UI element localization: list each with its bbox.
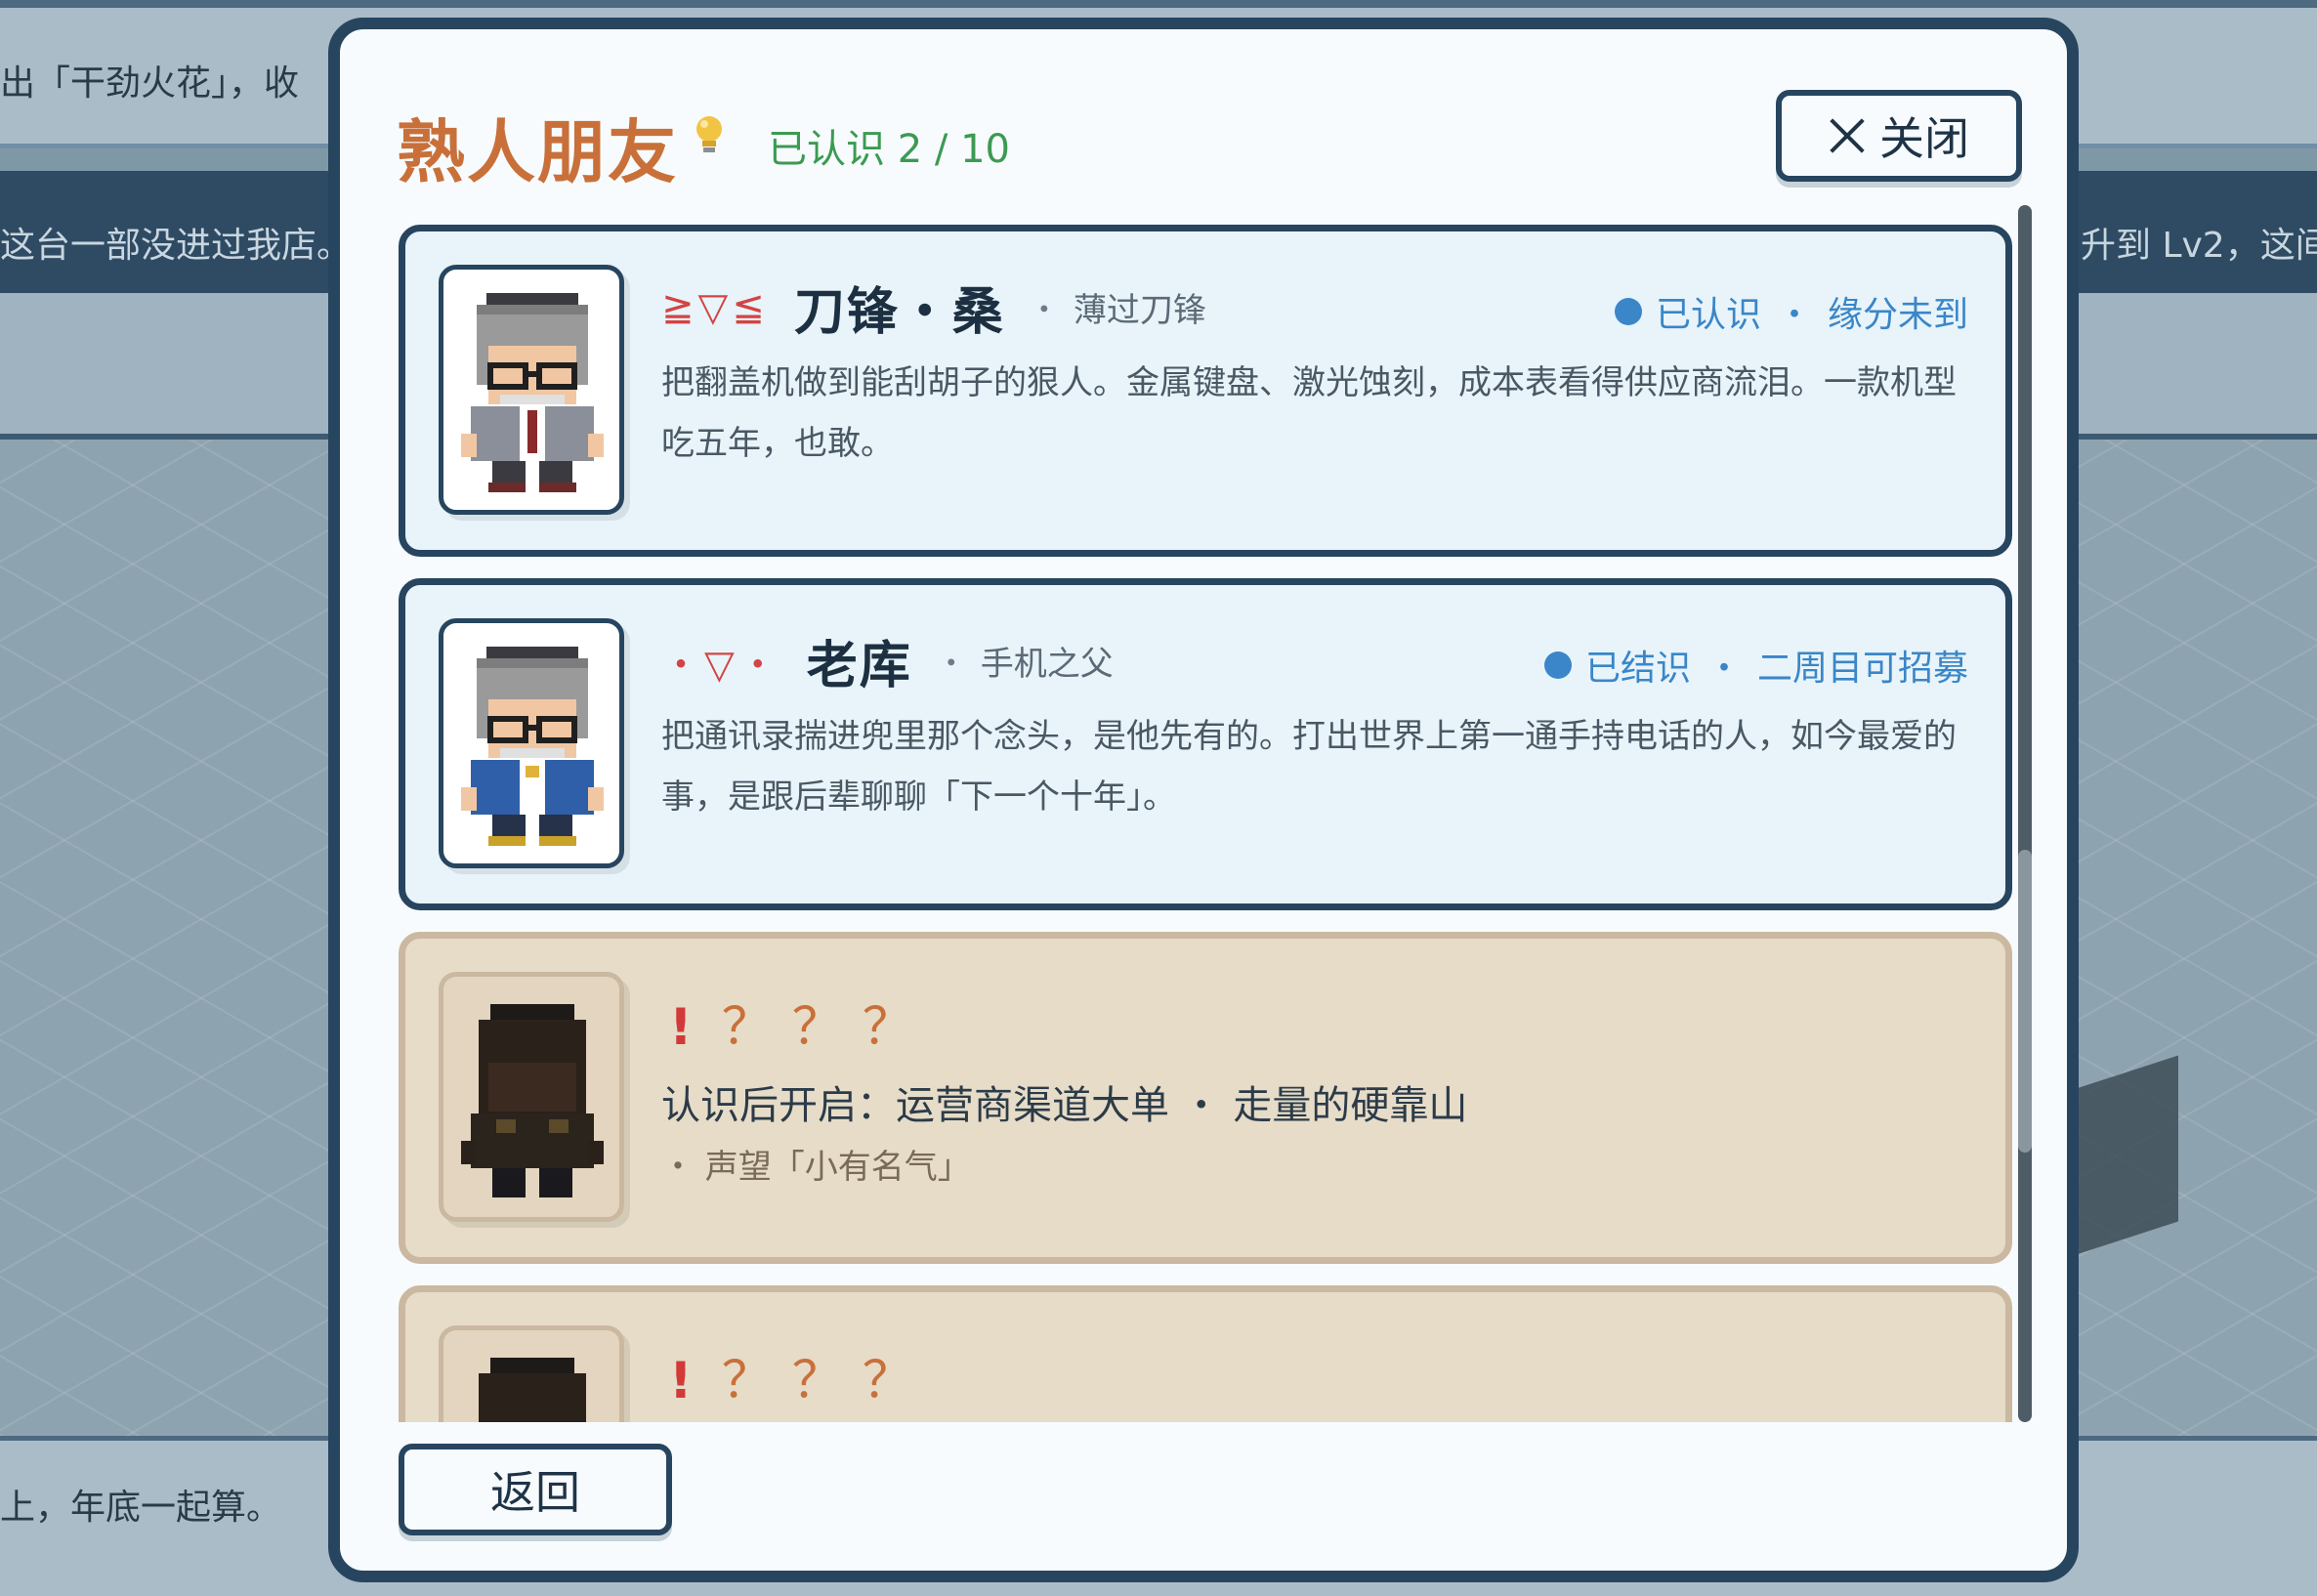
back-button[interactable]: 返回 [399, 1444, 672, 1535]
pixel-character-grey-suit [461, 293, 604, 492]
friend-status: 已结识 ・ 二周目可招募 [1543, 640, 1968, 691]
friend-tagline: 手机之父 [980, 645, 1114, 684]
friends-modal: 熟人朋友 已认识 2 / 10 关闭 ≧▽≦ 刀锋・桑 ・ 薄过刀锋 已认识 ・… [328, 18, 2079, 1582]
friend-card[interactable]: ≧▽≦ 刀锋・桑 ・ 薄过刀锋 已认识 ・ 缘分未到 把翻盖机做到能刮胡子的狠人… [399, 225, 2012, 557]
friend-status: 已认识 ・ 缘分未到 [1614, 286, 1968, 337]
friend-name: 刀锋・桑 [793, 283, 1005, 342]
silhouette-portrait [439, 1325, 624, 1422]
silhouette-portrait [439, 972, 624, 1222]
locked-header: ! ？？？ [669, 986, 933, 1059]
scrollbar-track[interactable] [2018, 205, 2032, 1422]
background-text-top: 出「干劲火花」，收 [0, 63, 300, 104]
status-primary: 已认识 [1655, 295, 1761, 335]
lightbulb-icon [696, 116, 722, 152]
pixel-character-blue-suit [461, 647, 604, 846]
known-count: 已认识 2 / 10 [768, 127, 1010, 172]
locked-header: ! ？？？ [669, 1339, 933, 1412]
separator: ・ [1028, 290, 1060, 328]
pixel-character-silhouette [479, 1358, 586, 1422]
friend-mood-face: ・▽・ [661, 642, 781, 688]
alert-icon: ! [669, 998, 693, 1057]
status-primary: 已结识 [1584, 649, 1691, 689]
status-secondary: 缘分未到 [1827, 295, 1968, 335]
separator: ・ [1706, 649, 1742, 689]
friend-portrait [439, 265, 624, 515]
unlock-requirement: ・ 声望「小有名气」 [661, 1148, 971, 1187]
friend-portrait [439, 618, 624, 868]
friend-description: 把翻盖机做到能刮胡子的狠人。金属键盘、激光蚀刻，成本表看得供应商流泪。一款机型吃… [661, 363, 1957, 463]
friend-card[interactable]: ・▽・ 老库 ・ 手机之父 已结识 ・ 二周目可招募 把通讯录揣进兜里那个念头，… [399, 578, 2012, 910]
status-dot-icon [1614, 298, 1642, 325]
pixel-character-silhouette [461, 1004, 604, 1197]
friends-list[interactable]: ≧▽≦ 刀锋・桑 ・ 薄过刀锋 已认识 ・ 缘分未到 把翻盖机做到能刮胡子的狠人… [340, 205, 2067, 1422]
status-secondary: 二周目可招募 [1756, 649, 1968, 689]
friend-tagline: 薄过刀锋 [1073, 291, 1206, 330]
modal-title: 熟人朋友 [397, 112, 678, 192]
separator: ・ [1776, 295, 1812, 335]
separator: ・ [935, 644, 967, 682]
friend-name: 老库 [806, 637, 912, 695]
close-button[interactable]: 关闭 [1776, 90, 2022, 182]
alert-icon: ! [669, 1352, 693, 1410]
background-text-banner-right: 升到 Lv2，这间 [2081, 226, 2317, 266]
locked-friend-card[interactable]: ! ？？？ 认识后开启：运营商渠道大单 ・ 走量的硬靠山 ・ 声望「小有名气」 [399, 932, 2012, 1264]
scrollbar-thumb[interactable] [2018, 850, 2032, 1153]
background-text-bottom: 上，年底一起算。 [0, 1488, 282, 1528]
mystery-name: ？？？ [721, 1352, 933, 1410]
status-dot-icon [1543, 651, 1572, 679]
locked-friend-card[interactable]: ! ？？？ [399, 1285, 2012, 1422]
close-button-label: 关闭 [1879, 112, 1969, 165]
unlock-benefit: 认识后开启：运营商渠道大单 ・ 走量的硬靠山 [661, 1083, 1468, 1128]
friend-description: 把通讯录揣进兜里那个念头，是他先有的。打出世界上第一通手持电话的人，如今最爱的事… [661, 717, 1957, 817]
background-text-banner-left: 这台一部没进过我店。 [0, 226, 353, 266]
mystery-name: ？？？ [721, 998, 933, 1057]
close-icon [1829, 117, 1866, 154]
friend-mood-face: ≧▽≦ [661, 284, 769, 330]
